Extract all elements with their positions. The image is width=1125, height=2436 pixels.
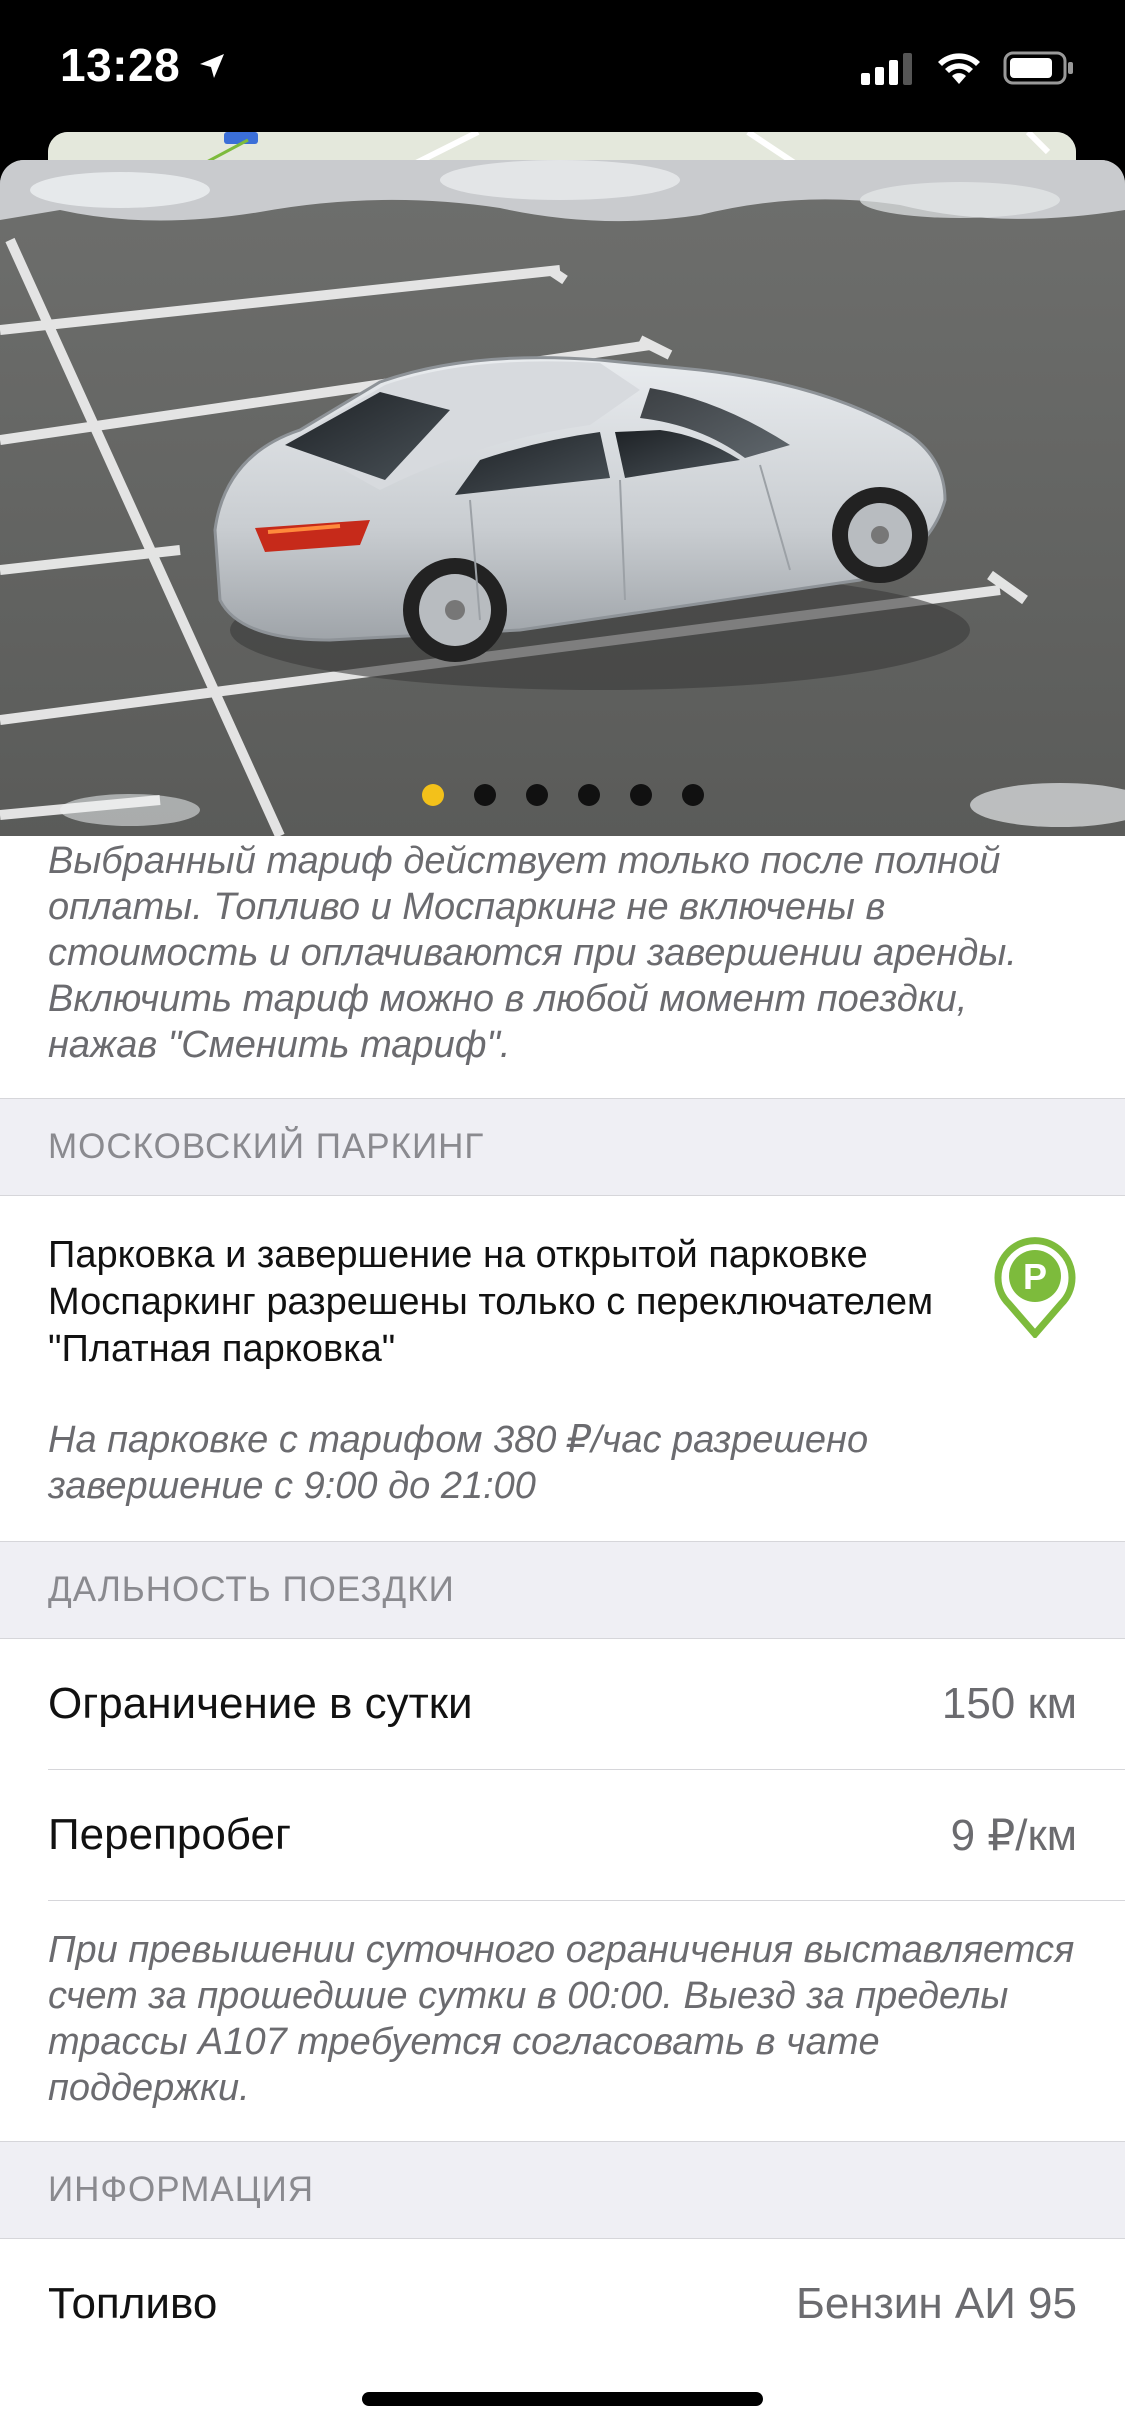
car-photo — [0, 160, 1125, 836]
carousel-dot-1[interactable] — [421, 784, 444, 806]
status-time-text: 13:28 — [60, 39, 181, 91]
status-indicators — [861, 50, 1075, 86]
fuel-value: Бензин АИ 95 — [795, 2279, 1077, 2328]
status-time: 13:28 — [60, 38, 227, 92]
location-arrow-icon — [200, 54, 225, 78]
daily-limit-label: Ограничение в сутки — [48, 1679, 473, 1728]
home-indicator[interactable] — [362, 2392, 763, 2406]
section-header-info: ИНФОРМАЦИЯ — [0, 2141, 1125, 2239]
daily-limit-row: Ограничение в сутки 150 км — [48, 1639, 1125, 1770]
svg-text:P: P — [1023, 1256, 1047, 1297]
daily-limit-value: 150 км — [941, 1679, 1077, 1728]
carousel-dot-4[interactable] — [577, 784, 600, 806]
tariff-note: Выбранный тариф действует только после п… — [48, 840, 1017, 1066]
parking-info: Парковка и завершение на открытой парков… — [0, 1196, 1125, 1541]
cellular-signal-icon — [861, 53, 912, 85]
parking-note: На парковке с тарифом 380 ₽/час разрешен… — [48, 1419, 869, 1507]
fuel-row: Топливо Бензин АИ 95 — [48, 2239, 1125, 2369]
overrun-row: Перепробег 9 ₽/км — [48, 1770, 1125, 1901]
distance-note: При превышении суточного ограничения выс… — [48, 1929, 1075, 2109]
carousel-pagination[interactable] — [0, 784, 1125, 806]
carousel-dot-6[interactable] — [681, 784, 704, 806]
parking-main-text: Парковка и завершение на открытой парков… — [48, 1234, 934, 1370]
status-bar: 13:28 — [0, 0, 1125, 132]
parking-pin-icon: P — [994, 1237, 1076, 1338]
carousel-dot-2[interactable] — [473, 784, 496, 806]
overrun-label: Перепробег — [48, 1810, 292, 1859]
carousel-dot-5[interactable] — [629, 784, 652, 806]
battery-icon — [1003, 51, 1073, 85]
section-header-parking: МОСКОВСКИЙ ПАРКИНГ — [0, 1098, 1125, 1196]
wifi-icon — [938, 53, 980, 84]
car-details-sheet[interactable]: Выбранный тариф действует только после п… — [0, 160, 1125, 2436]
overrun-value: 9 ₽/км — [950, 1810, 1077, 1860]
carousel-dot-3[interactable] — [525, 784, 548, 806]
car-photo-carousel[interactable] — [0, 160, 1125, 836]
fuel-label: Топливо — [48, 2279, 218, 2328]
section-header-distance: ДАЛЬНОСТЬ ПОЕЗДКИ — [0, 1541, 1125, 1639]
